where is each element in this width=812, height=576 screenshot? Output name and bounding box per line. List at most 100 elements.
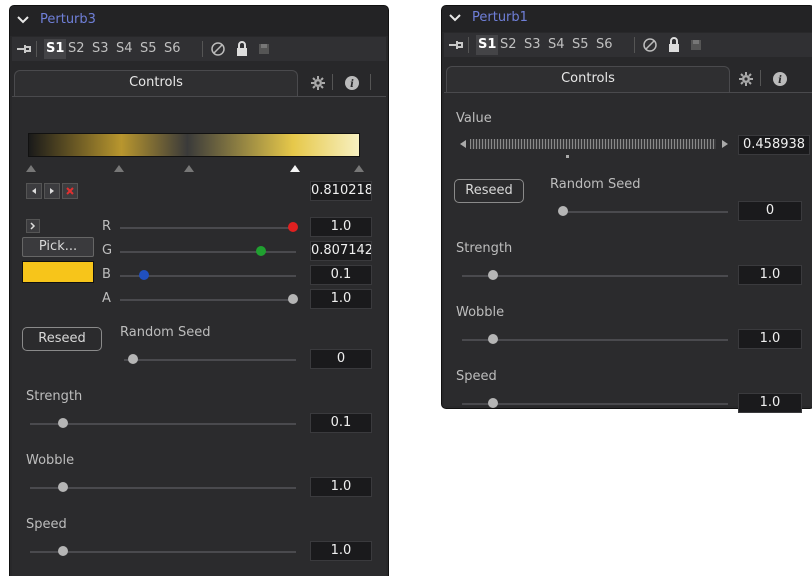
gradient-bar[interactable] (28, 133, 360, 157)
toolbar: S1 S2 S3 S4 S5 S6 (444, 33, 812, 57)
strength-slider-track[interactable] (30, 423, 296, 425)
disable-icon[interactable] (642, 37, 658, 53)
triangle-right-icon[interactable] (720, 139, 730, 149)
tab-divider (370, 74, 371, 90)
tab-controls[interactable]: Controls (14, 70, 298, 96)
b-value-field[interactable]: 0.1 (310, 265, 372, 285)
wobble-field[interactable]: 1.0 (310, 477, 372, 497)
pick-color-button[interactable]: Pick... (22, 237, 94, 257)
chevron-down-icon[interactable] (448, 11, 462, 25)
slot-s5[interactable]: S5 (572, 37, 589, 52)
info-icon[interactable]: i (772, 71, 788, 87)
triangle-left-icon[interactable] (458, 139, 468, 149)
strength-slider-knob[interactable] (488, 270, 498, 280)
g-slider-track[interactable] (120, 251, 296, 253)
speed-field[interactable]: 1.0 (310, 541, 372, 561)
title-bar[interactable]: Perturb1 (442, 6, 812, 32)
wobble-slider-knob[interactable] (488, 334, 498, 344)
svg-text:i: i (350, 79, 354, 90)
gear-icon[interactable] (738, 71, 754, 87)
wobble-field[interactable]: 1.0 (738, 329, 802, 349)
r-slider-track[interactable] (120, 227, 296, 229)
gradient-stop-marker[interactable] (184, 165, 194, 172)
slot-s6[interactable]: S6 (164, 41, 181, 56)
random-seed-slider-knob[interactable] (558, 206, 568, 216)
panel-title: Perturb3 (40, 12, 96, 27)
value-thumbwheel[interactable] (470, 139, 716, 149)
r-slider-knob[interactable] (288, 222, 298, 232)
random-seed-slider-knob[interactable] (128, 354, 138, 364)
speed-slider-knob[interactable] (488, 398, 498, 408)
lock-icon[interactable] (234, 41, 250, 57)
info-icon[interactable]: i (344, 75, 360, 91)
strength-label: Strength (26, 389, 83, 404)
delete-stop-button[interactable] (62, 183, 78, 199)
save-icon[interactable] (256, 41, 272, 57)
speed-label: Speed (26, 517, 67, 532)
value-field[interactable]: 0.458938 (738, 135, 810, 155)
tab-controls[interactable]: Controls (446, 66, 730, 92)
g-label: G (102, 243, 113, 258)
strength-slider-knob[interactable] (58, 418, 68, 428)
g-slider-knob[interactable] (255, 246, 266, 256)
speed-slider-track[interactable] (462, 403, 728, 405)
speed-field[interactable]: 1.0 (738, 393, 802, 413)
gradient-stop-marker[interactable] (354, 165, 364, 172)
prev-stop-button[interactable] (26, 183, 42, 199)
wobble-slider-track[interactable] (462, 339, 728, 341)
toolbar-divider (202, 41, 203, 57)
disable-icon[interactable] (210, 41, 226, 57)
slot-s3[interactable]: S3 (524, 37, 541, 52)
next-stop-button[interactable] (44, 183, 60, 199)
strength-field[interactable]: 1.0 (738, 265, 802, 285)
tab-row: Controls i (12, 68, 386, 96)
slot-s4[interactable]: S4 (116, 41, 133, 56)
r-value-field[interactable]: 1.0 (310, 217, 372, 237)
slot-s3[interactable]: S3 (92, 41, 109, 56)
speed-slider-track[interactable] (30, 551, 296, 553)
b-slider-knob[interactable] (138, 270, 149, 280)
a-slider-knob[interactable] (288, 294, 298, 304)
pin-icon[interactable] (448, 38, 464, 52)
perturb1-panel: Perturb1 S1 S2 S3 S4 S5 S6 Controls i Va… (442, 6, 812, 413)
random-seed-field[interactable]: 0 (738, 201, 802, 221)
expand-color-button[interactable] (26, 219, 40, 233)
toolbar-divider (634, 37, 635, 53)
slot-s2[interactable]: S2 (500, 37, 517, 52)
slot-s6[interactable]: S6 (596, 37, 613, 52)
a-label: A (102, 291, 111, 306)
slot-s1[interactable]: S1 (44, 39, 67, 59)
r-label: R (102, 219, 112, 234)
gradient-position-field[interactable]: 0.810218 (310, 181, 372, 201)
gradient-stop-marker-selected[interactable] (290, 165, 300, 172)
slot-s5[interactable]: S5 (140, 41, 157, 56)
a-value-field[interactable]: 1.0 (310, 289, 372, 309)
strength-slider-track[interactable] (462, 275, 728, 277)
color-swatch[interactable] (22, 261, 94, 283)
wobble-slider-knob[interactable] (58, 482, 68, 492)
pin-icon[interactable] (16, 42, 32, 56)
reseed-button[interactable]: Reseed (454, 179, 524, 203)
title-bar[interactable]: Perturb3 (10, 6, 388, 36)
random-seed-slider-track[interactable] (562, 211, 728, 213)
wobble-slider-track[interactable] (30, 487, 296, 489)
slot-s1[interactable]: S1 (476, 35, 499, 55)
random-seed-field[interactable]: 0 (310, 349, 372, 369)
svg-text:i: i (778, 75, 782, 86)
random-seed-label: Random Seed (120, 325, 211, 340)
gear-icon[interactable] (310, 75, 326, 91)
gradient-stop-marker[interactable] (26, 165, 36, 172)
save-icon[interactable] (688, 37, 704, 53)
speed-slider-knob[interactable] (58, 546, 68, 556)
slot-s4[interactable]: S4 (548, 37, 565, 52)
strength-field[interactable]: 0.1 (310, 413, 372, 433)
g-value-field[interactable]: 0.807142 (310, 241, 372, 261)
reseed-button[interactable]: Reseed (22, 327, 102, 351)
slot-s2[interactable]: S2 (68, 41, 85, 56)
strength-label: Strength (456, 241, 513, 256)
random-seed-slider-track[interactable] (124, 359, 296, 361)
gradient-stop-marker[interactable] (114, 165, 124, 172)
a-slider-track[interactable] (120, 299, 296, 301)
chevron-down-icon[interactable] (16, 13, 30, 27)
lock-icon[interactable] (666, 37, 682, 53)
